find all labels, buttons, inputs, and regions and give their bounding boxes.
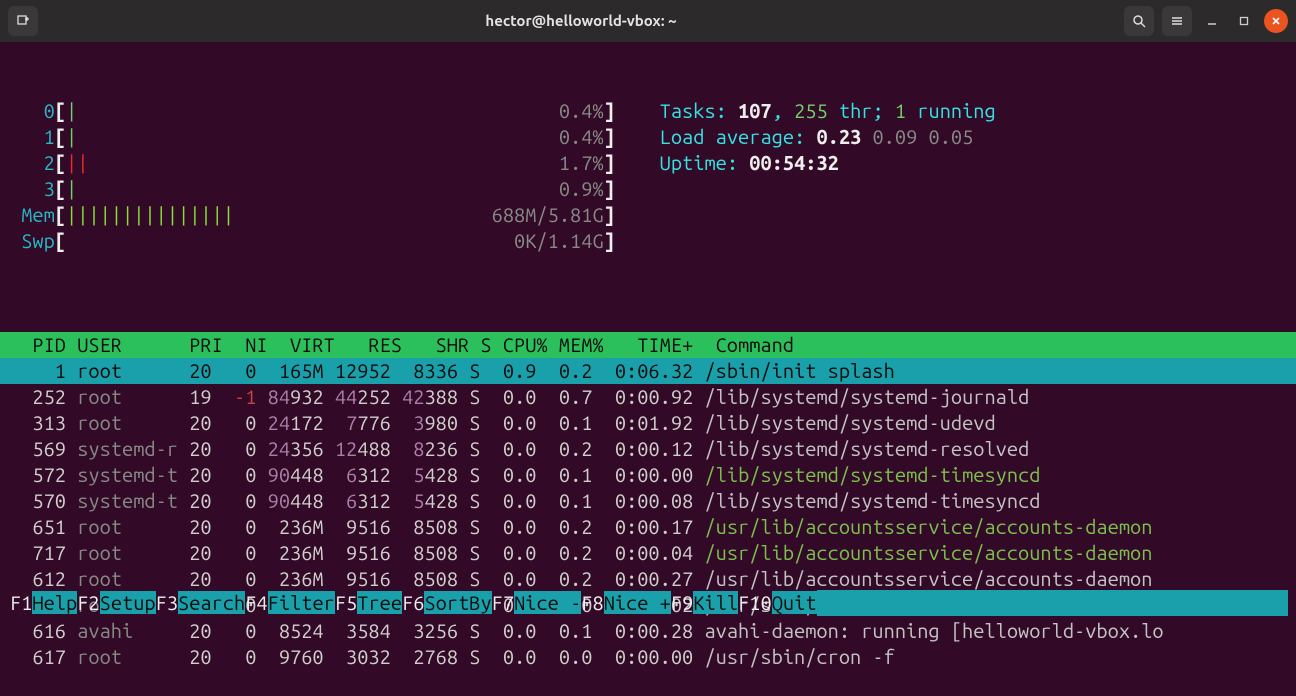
process-row[interactable]: 1 root 20 0 165M 12952 8336 S 0.9 0.2 0:… xyxy=(0,358,1296,384)
fkey-F7[interactable]: F7Nice - xyxy=(492,590,582,616)
process-row[interactable]: 570 systemd-t 20 0 90448 6312 5428 S 0.0… xyxy=(10,488,1286,514)
fkey-F3[interactable]: F3Search xyxy=(156,590,246,616)
process-row[interactable]: 569 systemd-r 20 0 24356 12488 8236 S 0.… xyxy=(10,436,1286,462)
cpu-bar-3: 3[| 0.9%] xyxy=(10,176,1286,202)
swp-bar: Swp[ 0K/1.14G] xyxy=(10,228,1286,254)
menu-button[interactable] xyxy=(1162,6,1192,36)
mem-bar: Mem[||||||||||||||| 688M/5.81G] xyxy=(10,202,1286,228)
process-row[interactable]: 717 root 20 0 236M 9516 8508 S 0.0 0.2 0… xyxy=(10,540,1286,566)
fkey-F9[interactable]: F9Kill xyxy=(671,590,738,616)
close-icon xyxy=(1271,16,1281,26)
cpu-bar-2: 2[|| 1.7%] Uptime: 00:54:32 xyxy=(10,150,1286,176)
process-row[interactable]: 651 root 20 0 236M 9516 8508 S 0.0 0.2 0… xyxy=(10,514,1286,540)
function-key-bar: F1Help F2Setup F3SearchF4FilterF5Tree F6… xyxy=(10,590,1288,616)
process-row[interactable]: 617 root 20 0 9760 3032 2768 S 0.0 0.0 0… xyxy=(10,644,1286,670)
process-row[interactable]: 313 root 20 0 24172 7776 3980 S 0.0 0.1 … xyxy=(10,410,1286,436)
fkey-F8[interactable]: F8Nice + xyxy=(581,590,671,616)
window-title: hector@helloworld-vbox: ~ xyxy=(38,8,1124,34)
fkey-F2[interactable]: F2Setup xyxy=(77,590,155,616)
new-tab-icon xyxy=(16,14,30,28)
minimize-button[interactable] xyxy=(1200,9,1224,33)
close-button[interactable] xyxy=(1264,9,1288,33)
fkey-F10[interactable]: F10Quit xyxy=(738,590,816,616)
process-row[interactable]: 252 root 19 -1 84932 44252 42388 S 0.0 0… xyxy=(10,384,1286,410)
footer-filler xyxy=(817,590,1288,616)
hamburger-icon xyxy=(1170,14,1184,28)
new-tab-button[interactable] xyxy=(8,6,38,36)
process-table-header[interactable]: PID USER PRI NI VIRT RES SHR S CPU% MEM%… xyxy=(0,332,1296,358)
window-titlebar: hector@helloworld-vbox: ~ xyxy=(0,0,1296,42)
process-row[interactable]: 572 systemd-t 20 0 90448 6312 5428 S 0.0… xyxy=(10,462,1286,488)
search-icon xyxy=(1132,14,1146,28)
maximize-icon xyxy=(1239,16,1249,26)
fkey-F4[interactable]: F4Filter xyxy=(245,590,335,616)
minimize-icon xyxy=(1207,16,1217,26)
fkey-F5[interactable]: F5Tree xyxy=(335,590,402,616)
process-row[interactable]: 616 avahi 20 0 8524 3584 3256 S 0.0 0.1 … xyxy=(10,618,1286,644)
cpu-bar-1: 1[| 0.4%] Load average: 0.23 0.09 0.05 xyxy=(10,124,1286,150)
search-button[interactable] xyxy=(1124,6,1154,36)
fkey-F1[interactable]: F1Help xyxy=(10,590,77,616)
fkey-F6[interactable]: F6SortBy xyxy=(402,590,492,616)
cpu-bar-0: 0[| 0.4%] Tasks: 107, 255 thr; 1 running xyxy=(10,98,1286,124)
process-row[interactable]: 612 root 20 0 236M 9516 8508 S 0.0 0.2 0… xyxy=(10,566,1286,592)
maximize-button[interactable] xyxy=(1232,9,1256,33)
